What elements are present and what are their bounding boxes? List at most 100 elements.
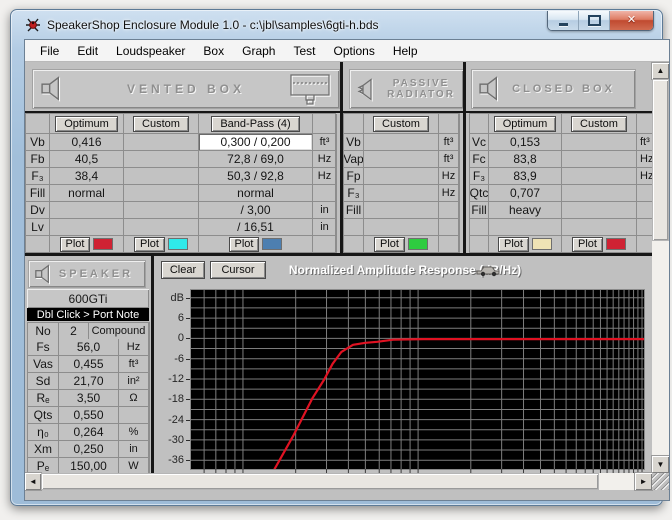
unit-label	[119, 407, 149, 424]
closed-qtc-optimum: 0,707	[489, 185, 562, 202]
vented-bandpass-plot-button[interactable]: Plot	[229, 237, 260, 252]
unit-label: Hz	[637, 151, 652, 168]
speaker-params-table: Fs 56,0 Hz Vas 0,455 ft³ Sd 21,70 in² Rₑ…	[27, 339, 150, 476]
vented-f3-optimum: 38,4	[50, 168, 124, 185]
cell	[26, 236, 50, 253]
row-label-vc: Vc	[470, 134, 489, 151]
unit-label: Hz	[119, 339, 149, 356]
closed-fc-optimum: 83,8	[489, 151, 562, 168]
vented-table: Optimum Custom Band-Pass (4) Vb 0,416 0,…	[25, 113, 336, 254]
cell: Plot	[199, 236, 313, 253]
window-title: SpeakerShop Enclosure Module 1.0 - c:\jb…	[47, 18, 379, 32]
param-label-re: Rₑ	[28, 390, 59, 407]
vented-custom-button[interactable]: Custom	[133, 116, 189, 132]
vertical-scrollbar[interactable]: ▲ ▼	[652, 62, 669, 473]
minimize-button[interactable]	[548, 11, 579, 30]
closed-optimum-plot-button[interactable]: Plot	[498, 237, 529, 252]
passive-radiator-header: PASSIVE RADIATOR	[350, 70, 463, 108]
menu-graph[interactable]: Graph	[233, 42, 284, 60]
cell: Plot	[562, 236, 637, 253]
scroll-down-button[interactable]: ▼	[652, 456, 669, 473]
y-tick-label: -24	[168, 414, 184, 426]
response-plot[interactable]	[191, 290, 644, 469]
cursor-button[interactable]: Cursor	[210, 261, 266, 279]
port-note-bar[interactable]: Dbl Click > Port Note	[27, 308, 149, 321]
cell: Plot	[489, 236, 562, 253]
unit-label: Hz	[637, 168, 652, 185]
param-value-xm: 0,250	[59, 441, 119, 458]
horizontal-scroll-thumb[interactable]	[42, 474, 598, 489]
menu-box[interactable]: Box	[194, 42, 233, 60]
vented-custom-plot-button[interactable]: Plot	[134, 237, 165, 252]
vented-fill-optimum: normal	[50, 185, 124, 202]
vented-f3-custom	[124, 168, 199, 185]
cell: Custom	[364, 114, 439, 134]
menu-help[interactable]: Help	[384, 42, 427, 60]
menu-test[interactable]: Test	[284, 42, 324, 60]
cell	[344, 219, 364, 236]
driver-mode[interactable]: Compound	[89, 323, 149, 340]
vented-lv-custom	[124, 219, 199, 236]
row-label-fill: Fill	[470, 202, 489, 219]
closed-box-table-clip: Optimum Custom Vc 0,153 ft³ Fc 83,8 Hz F…	[469, 113, 652, 254]
passive-radiator-table: Custom Vb ft³ Vap ft³ Fp Hz F₃ Hz Fill	[343, 113, 460, 254]
y-tick-mark	[186, 460, 190, 461]
y-tick-label: -30	[168, 434, 184, 446]
unit-label: in²	[119, 373, 149, 390]
closed-qtc-custom	[562, 185, 637, 202]
cell	[637, 236, 652, 253]
vented-bandpass-button[interactable]: Band-Pass (4)	[211, 116, 299, 132]
scroll-left-button[interactable]: ◄	[25, 473, 41, 490]
cell	[313, 114, 337, 134]
row-label-fp: Fp	[344, 168, 364, 185]
menu-edit[interactable]: Edit	[68, 42, 107, 60]
vented-dv-custom	[124, 202, 199, 219]
speaker-icon	[479, 76, 505, 101]
menu-file[interactable]: File	[31, 42, 68, 60]
y-tick-mark	[186, 399, 190, 400]
param-value-fs: 56,0	[59, 339, 119, 356]
vented-vb-bandpass-field[interactable]: 0,300 / 0,200	[199, 134, 313, 151]
cell	[439, 219, 459, 236]
vented-optimum-button[interactable]: Optimum	[55, 116, 118, 132]
resize-grip[interactable]	[652, 473, 669, 490]
closed-custom-button[interactable]: Custom	[571, 116, 627, 132]
unit-label	[313, 185, 337, 202]
speaker-model-name: 600GTi	[27, 289, 149, 308]
menu-options[interactable]: Options	[324, 42, 383, 60]
row-label-lv: Lv	[26, 219, 50, 236]
param-label-qts: Qts	[28, 407, 59, 424]
vertical-scroll-thumb[interactable]	[653, 80, 668, 240]
closed-custom-plot-button[interactable]: Plot	[572, 237, 603, 252]
row-label-vb: Vb	[344, 134, 364, 151]
scroll-right-button[interactable]: ►	[635, 473, 652, 490]
clear-button[interactable]: Clear	[161, 261, 205, 279]
minimize-icon	[559, 23, 568, 26]
scroll-up-button[interactable]: ▲	[652, 63, 669, 79]
passive-custom-button[interactable]: Custom	[373, 116, 429, 132]
param-value-sd: 21,70	[59, 373, 119, 390]
y-tick-mark	[186, 338, 190, 339]
car-icon[interactable]	[475, 264, 501, 277]
closed-optimum-button[interactable]: Optimum	[494, 116, 557, 132]
vented-fb-custom	[124, 151, 199, 168]
y-tick-label: 0	[178, 332, 184, 344]
param-label-vas: Vas	[28, 356, 59, 373]
row-label-f3: F₃	[26, 168, 50, 185]
speaker-header: SPEAKER	[29, 261, 145, 287]
maximize-icon	[588, 15, 601, 26]
driver-count[interactable]: 2	[59, 323, 89, 340]
vented-fill-bandpass: normal	[199, 185, 313, 202]
passive-plot-button[interactable]: Plot	[374, 237, 405, 252]
menu-loudspeaker[interactable]: Loudspeaker	[107, 42, 194, 60]
maximize-button[interactable]	[579, 11, 610, 30]
row-label-fill: Fill	[344, 202, 364, 219]
closed-vc-custom	[562, 134, 637, 151]
unit-label	[637, 185, 652, 202]
row-label-vap: Vap	[344, 151, 364, 168]
horizontal-scrollbar[interactable]: ◄ ►	[25, 473, 652, 490]
close-button[interactable]: ✕	[610, 11, 653, 30]
vented-optimum-plot-button[interactable]: Plot	[60, 237, 91, 252]
y-axis-labels: dB60-6-12-18-24-30-36	[155, 283, 191, 473]
row-label-vb: Vb	[26, 134, 50, 151]
